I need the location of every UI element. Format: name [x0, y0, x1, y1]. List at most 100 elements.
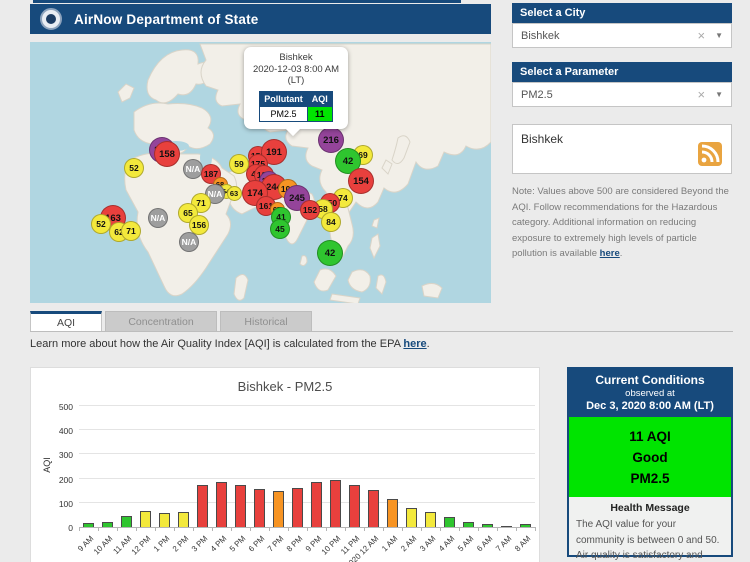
aqi-marker[interactable]: 63 [227, 186, 242, 201]
aqi-marker[interactable]: 52 [91, 214, 111, 234]
chart-plot-area [79, 407, 535, 528]
current-conditions-title: Current Conditions [571, 373, 729, 387]
x-tick-mark [478, 527, 479, 531]
chart-bar [406, 508, 417, 527]
parameter-select-value: PM2.5 [521, 89, 697, 101]
top-strip [33, 0, 461, 3]
x-tick-mark [136, 527, 137, 531]
chart-bar [482, 524, 493, 527]
chart-bar [349, 485, 360, 527]
observed-at-label: observed at [571, 388, 729, 399]
gridline [79, 478, 535, 479]
x-tick-mark [288, 527, 289, 531]
aqi-marker[interactable]: 71 [121, 221, 141, 241]
x-tick-mark [364, 527, 365, 531]
x-tick-mark [459, 527, 460, 531]
aqi-marker[interactable]: 152 [300, 200, 320, 220]
app-header: AirNow Department of State [30, 4, 491, 34]
aqi-note: Note: Values above 500 are considered Be… [512, 184, 734, 262]
health-message-title: Health Message [576, 502, 724, 514]
x-tick-mark [269, 527, 270, 531]
aqi-world-map[interactable]: 21315852216155191175694259N/A18741132312… [30, 42, 491, 303]
tooltip-pollutant-value: PM2.5 [260, 106, 308, 121]
aqi-value-box: 11 AQI Good PM2.5 [569, 417, 731, 497]
tooltip-col-pollutant: Pollutant [260, 91, 308, 106]
parameter-select[interactable]: PM2.5 × ▼ [512, 82, 732, 107]
clear-icon[interactable]: × [697, 87, 705, 102]
tooltip-timezone: (LT) [248, 75, 344, 87]
y-tick-label: 0 [31, 523, 73, 533]
chart-bar [368, 490, 379, 527]
select-city-header: Select a City [512, 3, 732, 23]
x-tick-mark [497, 527, 498, 531]
rss-icon[interactable] [698, 142, 722, 166]
epa-info-line: Learn more about how the Air Quality Ind… [30, 338, 430, 350]
tooltip-city: Bishkek [248, 52, 344, 64]
tooltip-table: Pollutant AQI PM2.5 11 [259, 91, 333, 122]
chart-bar [216, 482, 227, 527]
aqi-marker[interactable]: N/A [148, 208, 168, 228]
current-conditions-header: Current Conditions observed at Dec 3, 20… [569, 369, 731, 417]
dropdown-caret-icon[interactable]: ▼ [715, 31, 723, 40]
chart-bar [140, 511, 151, 527]
y-tick-label: 500 [31, 402, 73, 412]
tab-historical[interactable]: Historical [220, 311, 312, 331]
aqi-marker[interactable]: N/A [179, 232, 199, 252]
gridline [79, 429, 535, 430]
tooltip-datetime: 2020-12-03 8:00 AM [248, 64, 344, 76]
chart-bar [178, 512, 189, 527]
tabs-divider [30, 331, 733, 332]
x-tick-mark [155, 527, 156, 531]
aqi-marker[interactable]: 52 [124, 158, 144, 178]
chart-title: Bishkek - PM2.5 [31, 379, 539, 394]
dos-seal-icon [40, 8, 62, 30]
x-tick-mark [421, 527, 422, 531]
epa-here-link[interactable]: here [403, 338, 426, 350]
chart-bar [292, 488, 303, 527]
app-title: AirNow Department of State [74, 12, 258, 27]
x-tick-mark [326, 527, 327, 531]
note-here-link[interactable]: here [600, 248, 620, 259]
chart-bar [387, 499, 398, 527]
aqi-marker[interactable]: 158 [154, 141, 180, 167]
x-tick-mark [440, 527, 441, 531]
city-select[interactable]: Bishkek × ▼ [512, 23, 732, 48]
clear-icon[interactable]: × [697, 28, 705, 43]
aqi-category: Good [632, 447, 667, 468]
dropdown-caret-icon[interactable]: ▼ [715, 90, 723, 99]
chart-bar [273, 491, 284, 527]
chart-bar [463, 522, 474, 527]
x-tick-mark [383, 527, 384, 531]
gridline [79, 405, 535, 406]
aqi-marker[interactable]: 84 [321, 212, 341, 232]
chart-bar [254, 489, 265, 527]
health-message-text: The AQI value for your community is betw… [576, 517, 724, 562]
x-tick-mark [535, 527, 536, 531]
chart-bar [102, 522, 113, 527]
tab-aqi[interactable]: AQI [30, 311, 102, 331]
observed-datetime: Dec 3, 2020 8:00 AM (LT) [571, 400, 729, 412]
aqi-marker[interactable]: N/A [183, 159, 203, 179]
gridline [79, 502, 535, 503]
tab-concentration[interactable]: Concentration [105, 311, 217, 331]
x-tick-mark [307, 527, 308, 531]
y-tick-label: 100 [31, 499, 73, 509]
aqi-marker[interactable]: 42 [317, 240, 343, 266]
chart-y-ticks: 0100200300400500 [31, 407, 73, 528]
chart-bar [501, 526, 512, 528]
epa-text: Learn more about how the Air Quality Ind… [30, 338, 403, 350]
tooltip-col-aqi: AQI [307, 91, 332, 106]
note-suffix: . [620, 248, 623, 259]
x-tick-mark [516, 527, 517, 531]
x-tick-mark [402, 527, 403, 531]
select-parameter-header: Select a Parameter [512, 62, 732, 82]
aqi-chart-panel: Bishkek - PM2.5 AQI 0100200300400500 9 A… [30, 367, 540, 562]
gridline [79, 453, 535, 454]
aqi-marker[interactable]: 154 [348, 168, 374, 194]
y-tick-label: 400 [31, 426, 73, 436]
aqi-marker[interactable]: 45 [270, 219, 290, 239]
x-tick-mark [193, 527, 194, 531]
chart-bar [444, 517, 455, 527]
chart-bar [159, 513, 170, 527]
x-tick-mark [231, 527, 232, 531]
